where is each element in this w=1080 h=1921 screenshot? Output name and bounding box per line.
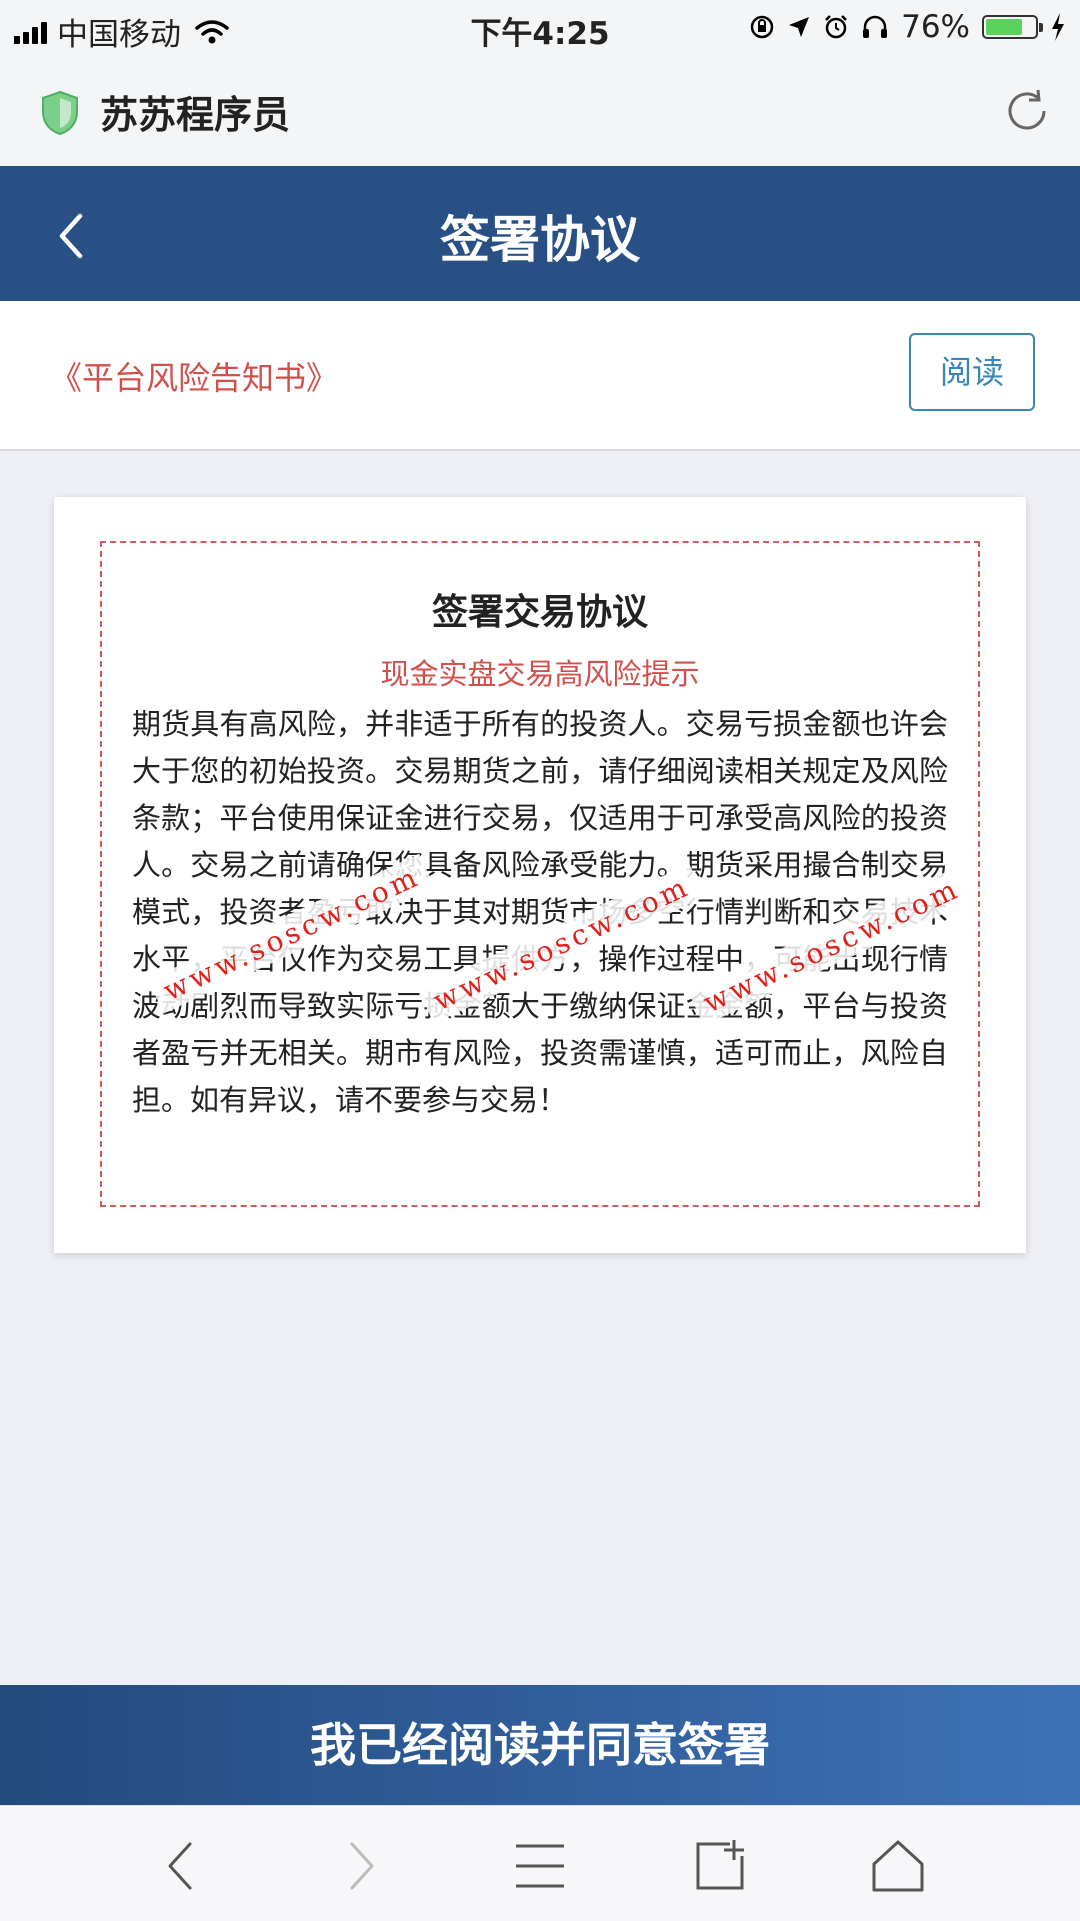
- agree-sign-button[interactable]: 我已经阅读并同意签署: [0, 1685, 1080, 1805]
- page-title: 签署协议: [440, 211, 640, 269]
- risk-notice-link[interactable]: 《平台风险告知书》: [50, 353, 338, 399]
- agreement-body: 期货具有高风险，并非适于所有的投资人。交易亏损金额也许会大于您的初始投资。交易期…: [132, 707, 948, 1117]
- rotation-lock-icon: [750, 15, 774, 39]
- forward-arrow-icon[interactable]: [330, 1838, 390, 1894]
- location-icon: [789, 17, 810, 37]
- site-title: 苏苏程序员: [100, 93, 291, 137]
- refresh-icon[interactable]: [1002, 86, 1052, 136]
- battery-icon: [982, 15, 1043, 39]
- headphones-icon: [863, 15, 888, 38]
- charging-icon: [1052, 13, 1064, 41]
- risk-notice-row: 《平台风险告知书》 阅读: [0, 301, 1080, 451]
- shield-icon: [42, 90, 78, 136]
- agreement-title: 签署交易协议: [431, 592, 648, 633]
- alarm-icon: [825, 15, 847, 39]
- agreement-frame: 签署交易协议 现金实盘交易高风险提示 期货具有高风险，并非适于所有的投资人。交易…: [100, 541, 980, 1207]
- agreement-subtitle: 现金实盘交易高风险提示: [380, 657, 700, 691]
- menu-icon[interactable]: [510, 1838, 570, 1894]
- agreement-card: 签署交易协议 现金实盘交易高风险提示 期货具有高风险，并非适于所有的投资人。交易…: [54, 497, 1026, 1253]
- back-arrow-icon[interactable]: [152, 1838, 212, 1894]
- tabs-icon[interactable]: [690, 1838, 750, 1894]
- browser-toolbar: [0, 1805, 1080, 1921]
- status-right: 76%: [749, 9, 1066, 45]
- read-button[interactable]: 阅读: [909, 333, 1035, 411]
- browser-bar: 苏苏程序员: [0, 54, 1080, 166]
- battery-fill: [986, 19, 1022, 35]
- status-bar: 中国移动 下午4:25 76%: [0, 0, 1080, 54]
- page-header: 签署协议: [0, 166, 1080, 301]
- battery-percent: 76%: [901, 9, 970, 45]
- home-icon[interactable]: [868, 1838, 928, 1894]
